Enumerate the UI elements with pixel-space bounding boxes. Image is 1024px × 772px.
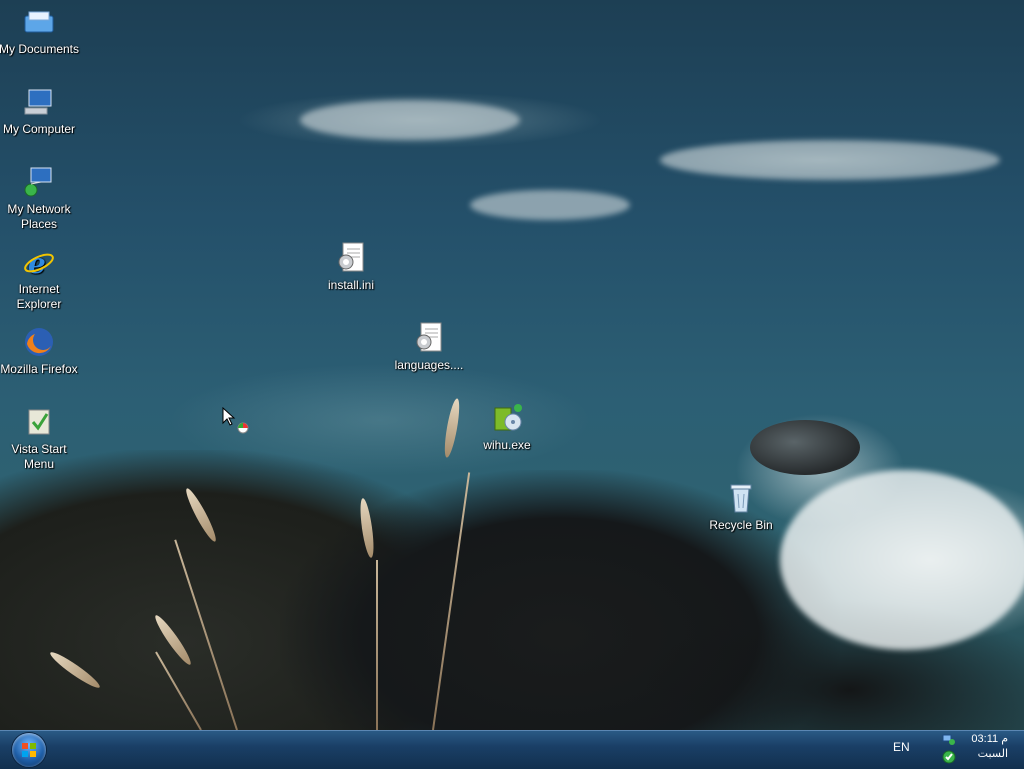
icon-label: languages....: [394, 358, 464, 372]
desktop-icon-internet-explorer[interactable]: e Internet Explorer: [0, 246, 82, 312]
icon-label: Mozilla Firefox: [0, 362, 78, 376]
desktop-icon-mozilla-firefox[interactable]: Mozilla Firefox: [0, 326, 82, 377]
wave-splash: [780, 470, 1024, 650]
wave-foam: [660, 140, 1000, 180]
desktop-icon-wihu-exe[interactable]: wihu.exe: [464, 402, 550, 453]
computer-icon: [23, 86, 55, 118]
desktop-icon-vista-start-menu[interactable]: Vista Start Menu: [0, 406, 82, 472]
icon-label: install.ini: [327, 278, 375, 292]
network-icon: [23, 166, 55, 198]
icon-label: My Network Places: [7, 202, 71, 231]
ini-file-icon: [413, 322, 445, 354]
system-clock[interactable]: 03:11 م السبت: [971, 730, 1008, 762]
desktop-wallpaper: [0, 0, 1024, 730]
sea-rock: [750, 420, 860, 475]
clock-day: السبت: [977, 748, 1008, 760]
installer-exe-icon: [491, 402, 523, 434]
vista-start-menu-icon: [23, 406, 55, 438]
folder-documents-icon: [23, 6, 55, 38]
security-tray-icon[interactable]: [942, 750, 956, 764]
mouse-cursor: [222, 406, 252, 442]
icon-label: Recycle Bin: [709, 518, 773, 532]
wave-foam: [300, 100, 520, 140]
start-button[interactable]: [12, 733, 46, 767]
icon-label: My Documents: [0, 42, 80, 56]
desktop-icon-install-ini[interactable]: install.ini: [308, 242, 394, 293]
icon-label: My Computer: [2, 122, 76, 136]
windows-logo-icon: [22, 743, 36, 757]
icon-label: Vista Start Menu: [11, 442, 67, 471]
svg-text:e: e: [28, 247, 46, 278]
icon-label: Internet Explorer: [16, 282, 62, 311]
internet-explorer-icon: e: [23, 246, 55, 280]
wave-foam: [470, 190, 630, 220]
desktop-icon-my-computer[interactable]: My Computer: [0, 86, 82, 137]
language-indicator[interactable]: EN: [893, 740, 910, 754]
network-tray-icon[interactable]: [942, 732, 956, 746]
grass-stalk: [376, 560, 378, 730]
desktop-icon-my-network-places[interactable]: My Network Places: [0, 166, 82, 232]
clock-time: 03:11 م: [971, 733, 1008, 745]
firefox-icon: [23, 326, 55, 358]
icon-label: wihu.exe: [483, 438, 531, 452]
desktop-icon-my-documents[interactable]: My Documents: [0, 6, 82, 57]
taskbar: [0, 730, 1024, 769]
recycle-bin-icon: [725, 482, 757, 514]
ini-file-icon: [335, 242, 367, 274]
desktop-icon-languages[interactable]: languages....: [386, 322, 472, 373]
desktop-icon-recycle-bin[interactable]: Recycle Bin: [698, 482, 784, 533]
